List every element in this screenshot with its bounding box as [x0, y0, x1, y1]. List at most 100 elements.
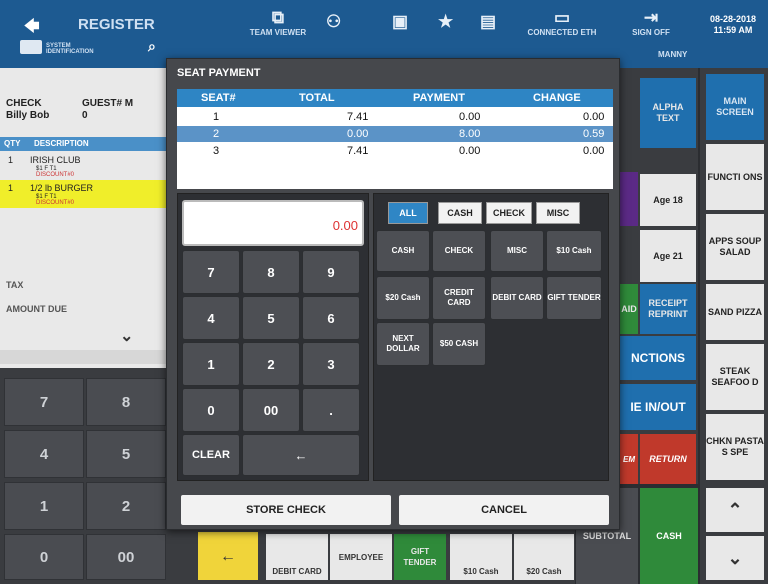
user-name: MANNY	[658, 50, 688, 59]
tender-check[interactable]: CHECK	[432, 230, 486, 272]
numpad-area: 0.00 7 8 9 4 5 6 1 2 3 0 00 . CLEAR ←	[177, 193, 369, 481]
age-21-button[interactable]: Age 21	[640, 230, 696, 282]
tender-ten-cash[interactable]: $10 Cash	[546, 230, 602, 272]
numpad-decimal[interactable]: .	[302, 388, 360, 432]
clear-button[interactable]: CLEAR	[182, 434, 240, 476]
age-18-button[interactable]: Age 18	[640, 174, 696, 226]
aid-button[interactable]: AID	[620, 284, 638, 334]
seat-payment-dialog: SEAT PAYMENT SEAT# TOTAL PAYMENT CHANGE …	[166, 58, 620, 530]
numpad-0[interactable]: 0	[182, 388, 240, 432]
filter-cash[interactable]: CASH	[438, 202, 482, 224]
item-button[interactable]: EM	[620, 434, 638, 484]
functions-partial-button[interactable]: NCTIONS	[620, 336, 696, 380]
tender-gift[interactable]: GIFT TENDER	[546, 276, 602, 320]
star-icon[interactable]: ★	[438, 12, 453, 32]
tender-credit-card[interactable]: CREDIT CARD	[432, 276, 486, 320]
tender-misc[interactable]: MISC	[490, 230, 544, 272]
numpad-1[interactable]: 1	[182, 342, 240, 386]
search-icon[interactable]: ⌕	[148, 38, 156, 55]
filter-misc[interactable]: MISC	[536, 202, 580, 224]
clipboard-icon[interactable]: ▣	[392, 12, 408, 32]
backspace-icon: ←	[294, 447, 308, 463]
numpad-5[interactable]: 5	[242, 296, 300, 340]
key-8[interactable]: 8	[86, 378, 166, 426]
receipt-reprint-button[interactable]: RECEIPT REPRINT	[640, 284, 696, 334]
numpad-8[interactable]: 8	[242, 250, 300, 294]
cash-button[interactable]: CASH	[640, 488, 698, 584]
sign-off-icon: ⇥	[643, 8, 659, 27]
debit-card-button[interactable]: DEBIT CARD	[266, 534, 328, 580]
tender-next-dollar[interactable]: NEXT DOLLAR	[376, 322, 430, 366]
dialog-title: SEAT PAYMENT	[177, 67, 261, 79]
guest-value: 0	[82, 110, 88, 121]
sign-off-button[interactable]: ⇥ SIGN OFF	[626, 8, 676, 37]
ten-cash-button[interactable]: $10 Cash	[450, 534, 512, 580]
numpad-4[interactable]: 4	[182, 296, 240, 340]
chevron-up-icon[interactable]: ⌃	[706, 488, 764, 532]
guest-label: GUEST# M	[82, 98, 134, 109]
check-label: CHECK	[6, 98, 42, 109]
table-row[interactable]: 1 7.41 0.00 0.00	[177, 109, 613, 125]
chevron-down-icon[interactable]: ⌄	[706, 536, 764, 580]
tax-label: TAX	[6, 280, 24, 290]
steak-seafood-button[interactable]: STEAK SEAFOO D	[706, 344, 764, 410]
twenty-cash-button[interactable]: $20 Cash	[514, 534, 574, 580]
amount-display: 0.00	[182, 200, 364, 246]
filter-check[interactable]: CHECK	[486, 202, 532, 224]
back-arrow-icon[interactable]: 🡄	[24, 16, 40, 41]
tender-debit-card[interactable]: DEBIT CARD	[490, 276, 544, 320]
chkn-pasta-button[interactable]: CHKN PASTA S SPE	[706, 414, 764, 480]
numpad-2[interactable]: 2	[242, 342, 300, 386]
table-row-selected[interactable]: 2 0.00 8.00 0.59	[177, 126, 613, 142]
calculator-icon[interactable]: ▤	[480, 12, 496, 32]
tender-fifty-cash[interactable]: $50 CASH	[432, 322, 486, 366]
sand-pizza-button[interactable]: SAND PIZZA	[706, 284, 764, 340]
connected-status: ▭ CONNECTED ETH	[527, 8, 597, 37]
employee-button[interactable]: EMPLOYEE	[330, 534, 392, 580]
table-row[interactable]: 3 7.41 0.00 0.00	[177, 143, 613, 159]
tender-twenty-cash[interactable]: $20 Cash	[376, 276, 430, 320]
tender-cash[interactable]: CASH	[376, 230, 430, 272]
list-item[interactable]: 1 IRISH CLUB $1 F T1 DISCOUNT#0	[0, 152, 175, 180]
return-button[interactable]: RETURN	[640, 434, 696, 484]
backspace-button[interactable]: ←	[242, 434, 360, 476]
scrollbar[interactable]	[0, 350, 175, 364]
time-in-out-button[interactable]: IE IN/OUT	[620, 384, 696, 430]
purple-button[interactable]	[620, 172, 638, 226]
gift-tender-button[interactable]: GIFT TENDER	[394, 534, 446, 580]
key-4[interactable]: 4	[4, 430, 84, 478]
date-time: 08-28-2018 11:59 AM	[709, 14, 757, 35]
numpad-9[interactable]: 9	[302, 250, 360, 294]
list-item-selected[interactable]: 1 1/2 lb BURGER $1 F T1 DISCOUNT#0	[0, 180, 175, 208]
system-id-label[interactable]: SYSTEM IDENTIFICATION	[46, 43, 116, 55]
main-screen-button[interactable]: MAIN SCREEN	[706, 74, 764, 140]
register-label: REGISTER	[78, 16, 155, 33]
amount-due-label: AMOUNT DUE	[6, 304, 67, 314]
back-arrow-button[interactable]: ←	[198, 532, 258, 580]
numpad-7[interactable]: 7	[182, 250, 240, 294]
key-1[interactable]: 1	[4, 482, 84, 530]
team-viewer-button[interactable]: ⧉ TEAM VIEWER	[248, 8, 308, 37]
left-keypad: 7 8 4 5 1 2 0 00	[0, 368, 175, 584]
chevron-down-icon[interactable]: ⌄	[120, 326, 133, 346]
numpad-6[interactable]: 6	[302, 296, 360, 340]
key-5[interactable]: 5	[86, 430, 166, 478]
item-header: QTY DESCRIPTION	[0, 137, 175, 151]
people-icon[interactable]: ⚇	[326, 12, 341, 32]
numpad-00[interactable]: 00	[242, 388, 300, 432]
key-2[interactable]: 2	[86, 482, 166, 530]
key-7[interactable]: 7	[4, 378, 84, 426]
store-check-button[interactable]: STORE CHECK	[181, 495, 391, 525]
key-0[interactable]: 0	[4, 534, 84, 580]
tender-area: ALL CASH CHECK MISC CASH CHECK MISC $10 …	[373, 193, 609, 481]
alpha-text-button[interactable]: ALPHA TEXT	[640, 78, 696, 148]
check-name: Billy Bob	[6, 110, 50, 121]
numpad-3[interactable]: 3	[302, 342, 360, 386]
team-viewer-icon: ⧉	[271, 8, 285, 27]
table-header: SEAT# TOTAL PAYMENT CHANGE	[177, 89, 613, 107]
functions-button[interactable]: FUNCTI ONS	[706, 144, 764, 210]
key-00[interactable]: 00	[86, 534, 166, 580]
apps-soup-salad-button[interactable]: APPS SOUP SALAD	[706, 214, 764, 280]
filter-all[interactable]: ALL	[388, 202, 428, 224]
cancel-button[interactable]: CANCEL	[399, 495, 609, 525]
